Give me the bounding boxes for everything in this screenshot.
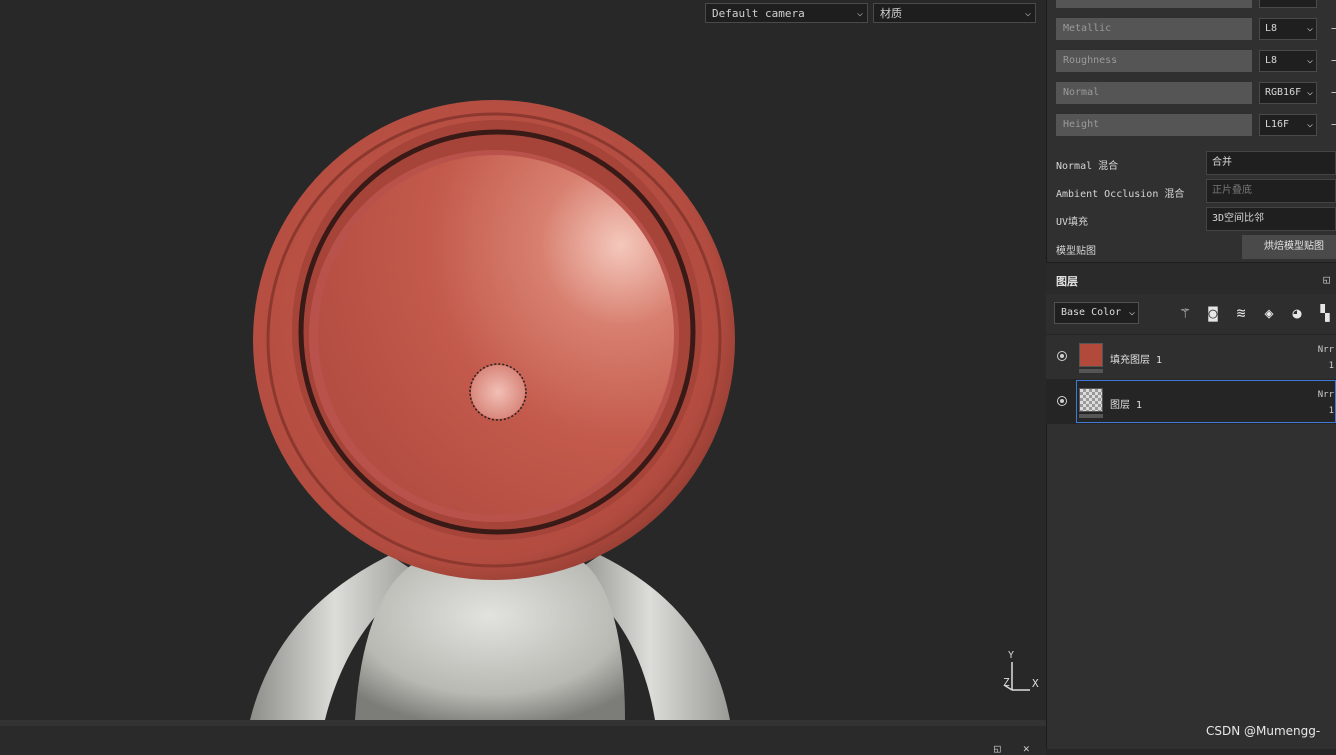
channel-format-select[interactable]: [1259, 0, 1317, 8]
chevron-down-icon: ⌵: [1306, 119, 1313, 130]
chevron-down-icon: ⌵: [1306, 55, 1313, 66]
bottom-dock-bar: ◱ ✕: [0, 720, 1046, 755]
layer-row-selected[interactable]: 图层 1 Nrr 1: [1046, 379, 1336, 424]
watermark: CSDN @Mumengg-: [1206, 724, 1321, 738]
remove-channel-button[interactable]: −: [1331, 114, 1336, 136]
layers-section-header: 图层 ◱: [1046, 262, 1336, 295]
layers-title: 图层: [1056, 275, 1078, 288]
visibility-eye-icon[interactable]: [1057, 351, 1067, 361]
smart-material-icon[interactable]: ◕: [1288, 304, 1306, 322]
visibility-eye-icon[interactable]: [1057, 396, 1067, 406]
chevron-down-icon: ⌵: [1024, 8, 1031, 19]
viewport-render: [250, 100, 1030, 720]
remove-channel-button[interactable]: −: [1331, 18, 1336, 40]
layer-thumbnail: [1079, 388, 1103, 412]
channel-format-value: L8: [1265, 23, 1278, 34]
channel-format-select[interactable]: L8 ⌵: [1259, 18, 1317, 40]
layer-mask-bar: [1079, 369, 1103, 373]
channel-format-select[interactable]: L8 ⌵: [1259, 50, 1317, 72]
layer-row[interactable]: 填充图层 1 Nrr 1: [1046, 334, 1336, 379]
chevron-down-icon: ⌵: [1306, 87, 1313, 98]
chevron-down-icon: ⌵: [1128, 307, 1135, 318]
layer-channel-value: Base Color: [1061, 307, 1122, 318]
remove-channel-button[interactable]: −: [1331, 82, 1336, 104]
add-folder-icon[interactable]: ▚: [1316, 304, 1334, 322]
layer-blend-mode[interactable]: Nrr: [1318, 390, 1334, 400]
material-select-value: 材质: [880, 7, 902, 20]
uv-fill-label: UV填充: [1056, 217, 1089, 228]
chevron-down-icon: ⌵: [856, 8, 863, 19]
channel-format-value: L16F: [1265, 119, 1290, 130]
add-effect-icon[interactable]: ⚚: [1176, 304, 1194, 322]
gizmo-y-label: Y: [1008, 650, 1015, 661]
channel-label: Height: [1056, 114, 1252, 136]
layer-opacity[interactable]: 1: [1329, 361, 1334, 371]
layer-thumbnail: [1079, 343, 1103, 367]
dock-icon[interactable]: ◱: [1323, 273, 1330, 286]
mesh-maps-label: 模型贴图: [1056, 246, 1096, 257]
gizmo-z-label: Z: [1003, 676, 1010, 689]
channel-format-value: L8: [1265, 55, 1278, 66]
ao-mix-select[interactable]: 正片叠底: [1206, 179, 1336, 203]
layer-opacity[interactable]: 1: [1329, 406, 1334, 416]
channel-label: Roughness: [1056, 50, 1252, 72]
3d-viewport[interactable]: Default camera ⌵ 材质 ⌵ Y X Z: [0, 0, 1046, 720]
normal-mix-label: Normal 混合: [1056, 161, 1119, 172]
layer-name: 图层 1: [1110, 400, 1143, 411]
layer-channel-select[interactable]: Base Color ⌵: [1054, 302, 1139, 324]
channel-format-value: RGB16F: [1265, 87, 1302, 98]
add-fill-layer-icon[interactable]: ◈: [1260, 304, 1278, 322]
channel-label: [1056, 0, 1252, 8]
layer-name: 填充图层 1: [1110, 355, 1163, 366]
bake-mesh-maps-button[interactable]: 烘焙模型贴图: [1242, 235, 1336, 259]
uv-fill-select[interactable]: 3D空间比邻: [1206, 207, 1336, 231]
add-layer-icon[interactable]: ≋: [1232, 304, 1250, 322]
layers-toolbar: Base Color ⌵ ⚚ ◙ ≋ ◈ ◕ ▚: [1046, 294, 1336, 334]
channel-label: Normal: [1056, 82, 1252, 104]
add-mask-icon[interactable]: ◙: [1204, 304, 1222, 322]
camera-select-value: Default camera: [712, 7, 805, 20]
normal-mix-select[interactable]: 合并: [1206, 151, 1336, 175]
layer-blend-mode[interactable]: Nrr: [1318, 345, 1334, 355]
material-select[interactable]: 材质 ⌵: [873, 3, 1036, 23]
layer-mask-bar: [1079, 414, 1103, 418]
remove-channel-button[interactable]: −: [1331, 50, 1336, 72]
channel-format-select[interactable]: RGB16F ⌵: [1259, 82, 1317, 104]
channel-label: Metallic: [1056, 18, 1252, 40]
camera-select[interactable]: Default camera ⌵: [705, 3, 868, 23]
chevron-down-icon: ⌵: [1306, 23, 1313, 34]
ao-mix-label: Ambient Occlusion 混合: [1056, 189, 1185, 200]
gizmo-x-label: X: [1032, 677, 1039, 690]
channel-format-select[interactable]: L16F ⌵: [1259, 114, 1317, 136]
